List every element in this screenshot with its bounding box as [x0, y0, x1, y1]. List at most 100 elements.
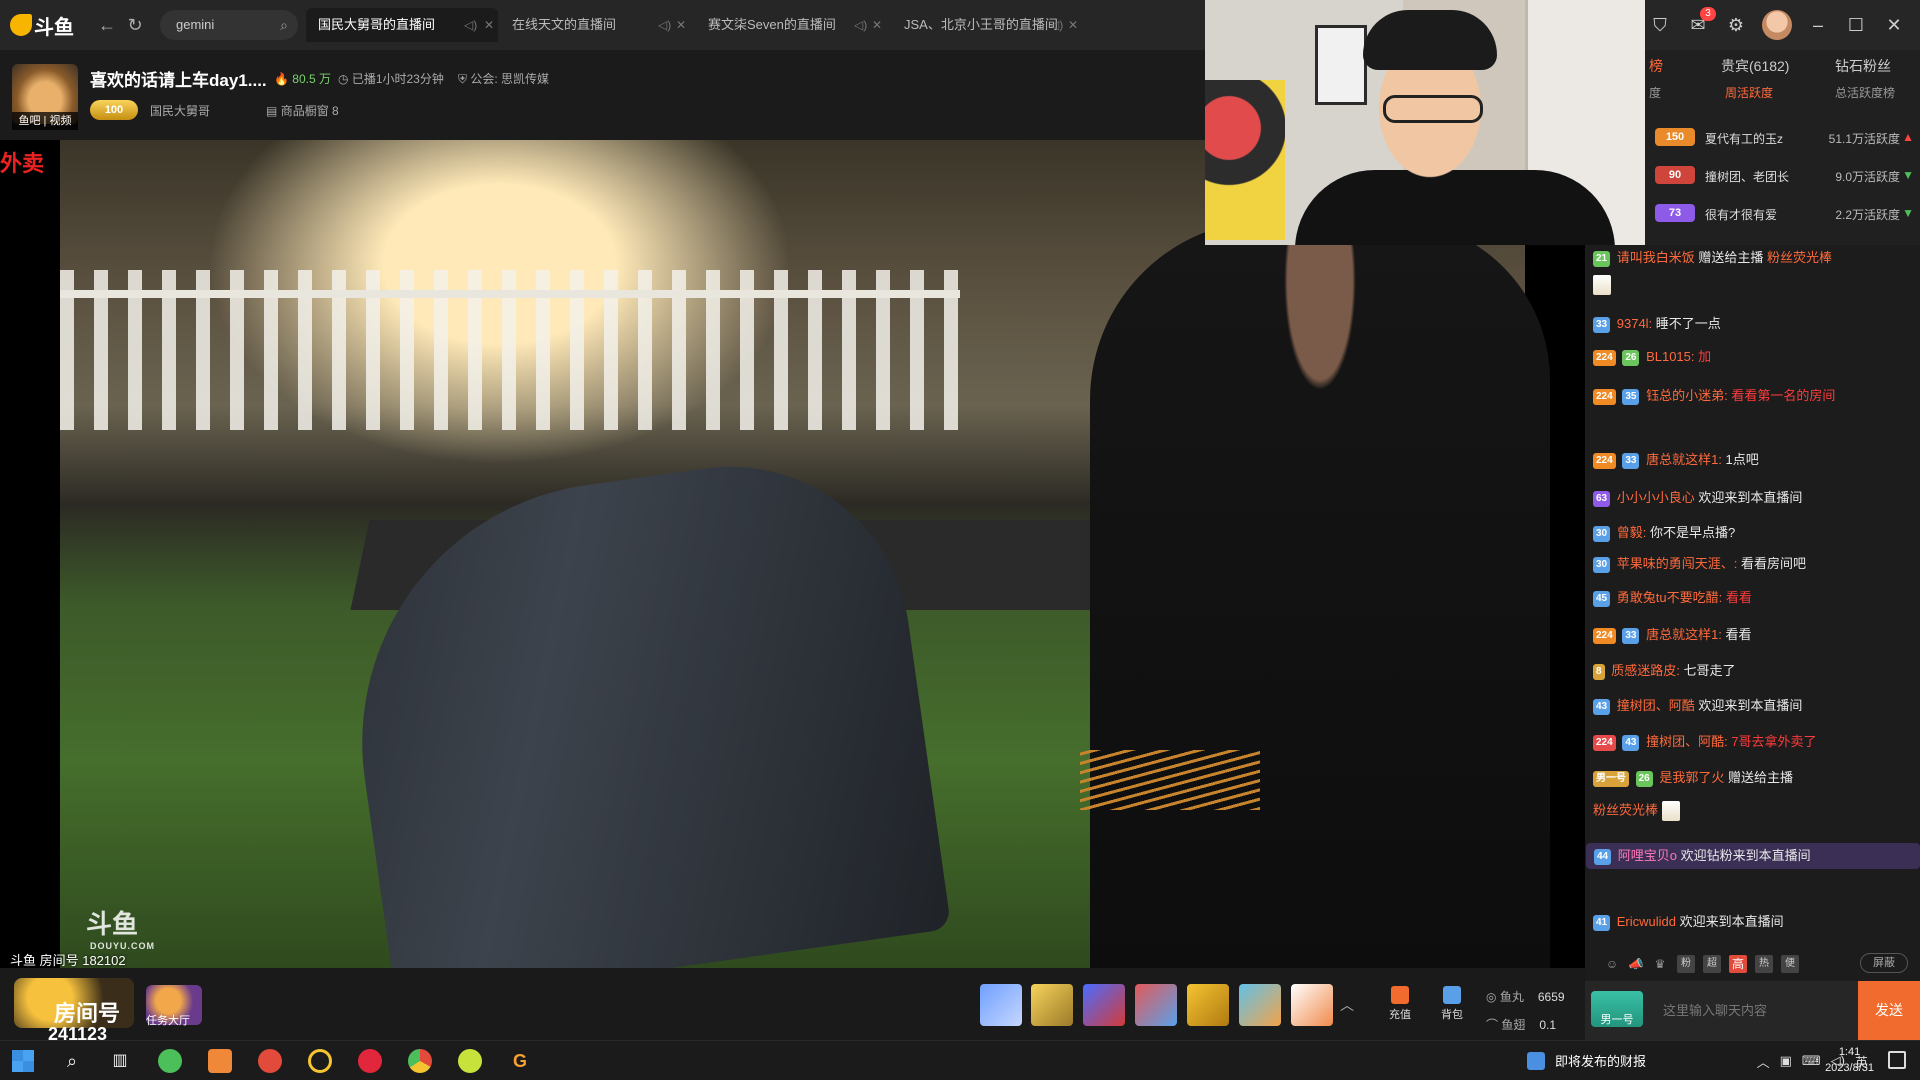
backpack-icon [1443, 986, 1461, 1004]
wechat-icon[interactable] [158, 1049, 182, 1073]
tray-app-icon[interactable]: ▣ [1780, 1053, 1792, 1069]
guild[interactable]: ⛨ 公会: 思凯传媒 [458, 70, 549, 87]
tab-rank[interactable]: 榜 [1649, 56, 1663, 76]
gift-plane-icon[interactable] [1031, 984, 1073, 1026]
tab-vip[interactable]: 贵宾(6182) [1721, 56, 1789, 76]
chat-user[interactable]: 是我郭了火 [1659, 770, 1724, 785]
windows-start-icon[interactable] [12, 1050, 34, 1072]
task-view-icon[interactable]: ▥ [108, 1049, 132, 1073]
back-icon[interactable]: ← [96, 14, 118, 36]
douyu-app-icon[interactable] [258, 1049, 282, 1073]
gift-rocket-icon[interactable] [1083, 984, 1125, 1026]
video-player[interactable] [0, 140, 1585, 968]
anchor-name[interactable]: 国民大舅哥 [150, 102, 210, 119]
chat-user[interactable]: Ericwulidd [1617, 914, 1676, 929]
chat-input[interactable] [1653, 981, 1843, 1040]
tab-saiwenqi[interactable]: 赛文柒Seven的直播间 ◁) ✕ [696, 8, 886, 42]
search-input[interactable]: gemini ⌕ [160, 10, 298, 40]
message-icon[interactable]: ✉ 3 [1686, 7, 1716, 37]
tool-easy[interactable]: 便 [1781, 955, 1799, 973]
horn-icon[interactable]: 📣 [1627, 955, 1645, 973]
maximize-icon[interactable]: ☐ [1844, 13, 1868, 37]
level-chip: 45 [1593, 590, 1611, 607]
app-ring-icon[interactable] [308, 1049, 332, 1073]
emoji-icon[interactable]: ☺ [1603, 955, 1621, 973]
chat-user[interactable]: 唐总就这样1: [1646, 452, 1722, 467]
clock[interactable]: 1:41 2023/8/31 [1825, 1044, 1874, 1076]
chat-user[interactable]: 小小小小良心 [1617, 490, 1695, 505]
minimize-icon[interactable]: – [1806, 13, 1830, 37]
user-avatar[interactable] [1762, 10, 1792, 40]
douyu-logo[interactable]: 斗鱼 [10, 10, 74, 40]
goods-window[interactable]: ▤ 商品橱窗 8 [266, 102, 339, 119]
subtab-activity[interactable]: 度 [1649, 84, 1661, 101]
chat-user[interactable]: 撞树团、阿酷 [1617, 698, 1695, 713]
close-tab-icon[interactable]: ✕ [1068, 8, 1078, 42]
mute-icon[interactable]: ◁) [658, 8, 671, 42]
gift-gold-bar-icon[interactable] [1187, 984, 1229, 1026]
settings-icon[interactable]: ⚙ [1724, 13, 1748, 37]
netease-music-icon[interactable] [358, 1049, 382, 1073]
tool-fan[interactable]: 粉 [1677, 955, 1695, 973]
mute-icon[interactable]: ◁) [854, 8, 867, 42]
send-button[interactable]: 发送 [1858, 981, 1920, 1040]
chat-panel[interactable]: 21 请叫我白米饭 赠送给主播 粉丝荧光棒 33 9374l: 睡不了一点 22… [1585, 245, 1920, 945]
chrome-icon[interactable] [408, 1049, 432, 1073]
chat-user[interactable]: 阿哩宝贝o [1618, 848, 1677, 863]
task-hall-label[interactable]: 任务大厅 [146, 1012, 190, 1028]
backpack-button[interactable]: 背包 [1432, 986, 1472, 1022]
subtab-total-activity[interactable]: 总活跃度榜 [1835, 84, 1895, 101]
app-lime-icon[interactable] [458, 1049, 482, 1073]
tab-jsa-beijing[interactable]: JSA、北京小王哥的直播间 ◁) ✕ [892, 8, 1082, 42]
shirt-icon[interactable]: ⛉ [1648, 13, 1672, 37]
notification-icon[interactable] [1888, 1051, 1906, 1069]
crown-icon[interactable]: ♛ [1651, 955, 1669, 973]
tool-hot[interactable]: 热 [1755, 955, 1773, 973]
network-icon[interactable]: ⌨ [1802, 1053, 1821, 1069]
close-tab-icon[interactable]: ✕ [872, 8, 882, 42]
app-g-icon[interactable]: G [508, 1049, 532, 1073]
chat-user[interactable]: 苹果味的勇闯天涯、: [1617, 556, 1738, 571]
gift-box-icon[interactable] [1239, 984, 1281, 1026]
taskbar-search-icon[interactable]: ⌕ [60, 1049, 84, 1073]
rank-row[interactable]: 73 很有才很有爱 2.2万活跃度 ▼ [1645, 198, 1920, 230]
chat-user[interactable]: 撞树团、阿酷: [1646, 734, 1728, 749]
close-tab-icon[interactable]: ✕ [676, 8, 686, 42]
tab-zaixiantianwen[interactable]: 在线天文的直播间 ◁) ✕ [500, 8, 690, 42]
app-orange-icon[interactable] [208, 1049, 232, 1073]
gift-jet-icon[interactable] [1135, 984, 1177, 1026]
chat-user[interactable]: 勇敢兔tu不要吃醋: [1617, 590, 1722, 605]
news-widget[interactable]: 即将发布的财报 [1555, 1051, 1646, 1070]
chat-user[interactable]: BL1015: [1646, 349, 1694, 364]
chat-user[interactable]: 质感迷路皮: [1611, 663, 1680, 678]
chat-user[interactable]: 钰总的小迷弟: [1646, 388, 1728, 403]
tool-high[interactable]: 高 [1729, 955, 1747, 973]
refresh-icon[interactable]: ↻ [124, 14, 146, 36]
recharge-button[interactable]: 充值 [1380, 986, 1420, 1022]
chevron-up-icon[interactable]: ︿ [1340, 995, 1360, 1015]
subtab-weekly-activity[interactable]: 周活跃度 [1725, 84, 1773, 101]
rank-row[interactable]: 90 撞树团、老团长 9.0万活跃度 ▼ [1645, 160, 1920, 192]
news-icon[interactable] [1527, 1052, 1545, 1070]
tab-diamond-fans[interactable]: 钻石粉丝 [1835, 56, 1891, 76]
tool-super[interactable]: 超 [1703, 955, 1721, 973]
avatar-caption[interactable]: 鱼吧 | 视频 [12, 112, 78, 130]
rank-row[interactable]: 150 夏代有工的玉z 51.1万活跃度 ▲ [1645, 122, 1920, 154]
camera-pip[interactable] [1205, 0, 1645, 245]
gift-diamond-icon[interactable] [980, 984, 1022, 1026]
tray-chevron-icon[interactable]: ︿ [1757, 1052, 1770, 1071]
mute-icon[interactable]: ◁) [464, 8, 477, 42]
gift-card-icon[interactable] [1291, 984, 1333, 1026]
search-icon[interactable]: ⌕ [280, 10, 288, 40]
chat-user[interactable]: 唐总就这样1: [1646, 627, 1722, 642]
chat-user[interactable]: 请叫我白米饭 [1617, 250, 1695, 265]
mute-icon[interactable]: ◁) [1050, 8, 1063, 42]
chat-user[interactable]: 曾毅: [1617, 525, 1647, 540]
chat-user[interactable]: 9374l: [1617, 316, 1652, 331]
fans-badge[interactable]: 男一号 [1591, 991, 1643, 1027]
tab-guomindajiuge[interactable]: 国民大舅哥的直播间 ◁) ✕ [306, 8, 498, 42]
shield-toggle[interactable]: 屏蔽 [1860, 953, 1908, 973]
chat-message: 224 33 唐总就这样1: 看看 [1593, 626, 1913, 644]
close-tab-icon[interactable]: ✕ [484, 8, 494, 42]
close-window-icon[interactable]: ✕ [1882, 13, 1906, 37]
